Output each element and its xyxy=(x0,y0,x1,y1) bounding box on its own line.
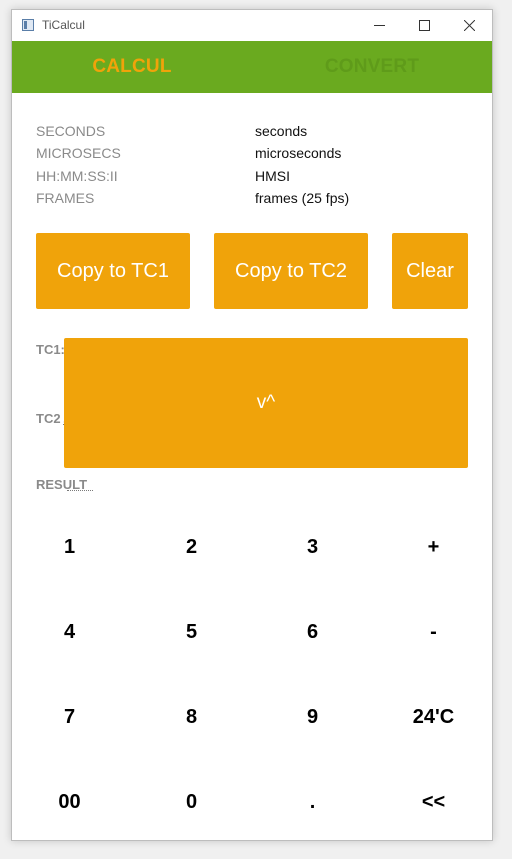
tab-bar: CALCUL CONVERT xyxy=(12,41,492,93)
swap-button[interactable]: v^ xyxy=(64,338,468,468)
key-8[interactable]: 8 xyxy=(134,687,249,747)
key-dot[interactable]: . xyxy=(255,772,370,832)
info-value: frames (25 fps) xyxy=(255,190,350,206)
tab-calcul[interactable]: CALCUL xyxy=(12,41,252,93)
info-value: HMSI xyxy=(255,168,290,184)
info-key: HH:MM:SS:II xyxy=(36,168,118,184)
close-button[interactable] xyxy=(447,10,492,41)
info-key: MICROSECS xyxy=(36,145,121,161)
key-plus[interactable]: + xyxy=(376,517,491,577)
copy-to-tc1-button[interactable]: Copy to TC1 xyxy=(36,233,190,309)
key-backspace[interactable]: << xyxy=(376,772,491,832)
app-window: TiCalcul CALCUL CONVERT SECONDS seconds … xyxy=(11,9,493,841)
result-underline xyxy=(67,490,93,491)
key-24c[interactable]: 24'C xyxy=(376,687,491,747)
info-key: FRAMES xyxy=(36,190,95,206)
clear-button[interactable]: Clear xyxy=(392,233,468,309)
key-minus[interactable]: - xyxy=(376,602,491,662)
title-bar[interactable]: TiCalcul xyxy=(12,10,492,41)
minimize-button[interactable] xyxy=(357,10,402,41)
close-icon xyxy=(464,20,475,31)
key-2[interactable]: 2 xyxy=(134,517,249,577)
key-9[interactable]: 9 xyxy=(255,687,370,747)
key-00[interactable]: 00 xyxy=(12,772,127,832)
key-6[interactable]: 6 xyxy=(255,602,370,662)
key-7[interactable]: 7 xyxy=(12,687,127,747)
tc2-label: TC2 xyxy=(36,411,61,426)
window-title: TiCalcul xyxy=(42,18,85,32)
info-value: seconds xyxy=(255,123,308,139)
key-4[interactable]: 4 xyxy=(12,602,127,662)
info-value: microseconds xyxy=(255,145,342,161)
minimize-icon xyxy=(374,25,385,26)
info-key: SECONDS xyxy=(36,123,106,139)
key-3[interactable]: 3 xyxy=(255,517,370,577)
key-1[interactable]: 1 xyxy=(12,517,127,577)
tc1-label: TC1: xyxy=(36,342,65,357)
maximize-icon xyxy=(419,20,430,31)
tab-convert[interactable]: CONVERT xyxy=(252,41,492,93)
app-icon xyxy=(22,19,34,31)
maximize-button[interactable] xyxy=(402,10,447,41)
key-5[interactable]: 5 xyxy=(134,602,249,662)
copy-to-tc2-button[interactable]: Copy to TC2 xyxy=(214,233,368,309)
key-0[interactable]: 0 xyxy=(134,772,249,832)
